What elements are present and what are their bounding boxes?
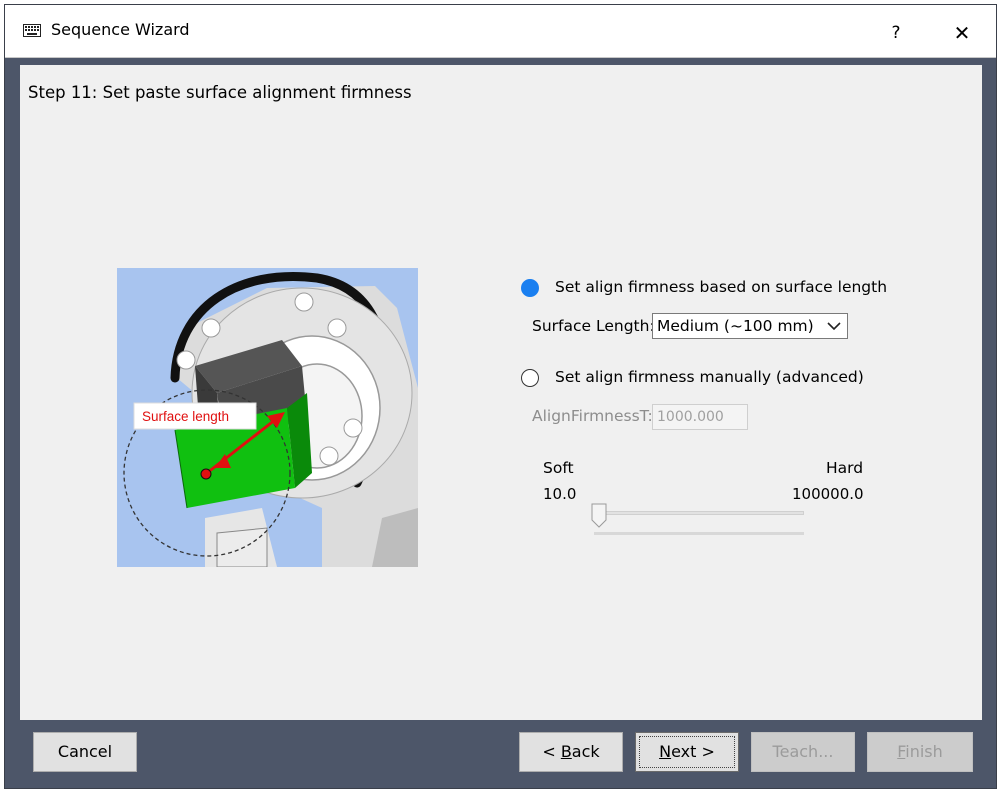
align-firmness-input[interactable] xyxy=(652,404,748,430)
next-key: N xyxy=(659,742,672,761)
teach-button[interactable]: Teach... xyxy=(751,732,855,772)
window-title: Sequence Wizard xyxy=(51,20,190,39)
slider-max-label: Hard xyxy=(826,459,864,477)
firmness-slider-ticks xyxy=(594,532,804,535)
surface-length-illustration: Surface length xyxy=(117,268,418,567)
next-button[interactable]: Next > xyxy=(635,732,739,772)
cancel-button[interactable]: Cancel xyxy=(33,732,137,772)
finish-rest: inish xyxy=(905,742,943,761)
align-firmness-label: AlignFirmnessT: xyxy=(532,407,653,425)
option-surface-length-radio[interactable] xyxy=(521,279,539,297)
option-manual-radio[interactable] xyxy=(521,369,539,387)
back-prefix: < xyxy=(542,742,561,761)
slider-min-value: 10.0 xyxy=(543,485,577,503)
step-title: Step 11: Set paste surface alignment fir… xyxy=(28,83,412,102)
surface-length-label: Surface Length: xyxy=(532,317,655,335)
sequence-wizard-window: Sequence Wizard ? ✕ Step 11: Set paste s… xyxy=(4,4,997,789)
help-button[interactable]: ? xyxy=(873,13,919,53)
back-key: B xyxy=(560,742,572,761)
slider-max-value: 100000.0 xyxy=(792,485,864,503)
close-button[interactable]: ✕ xyxy=(939,13,985,53)
slider-thumb[interactable] xyxy=(590,503,608,529)
wizard-content: Step 11: Set paste surface alignment fir… xyxy=(20,65,982,720)
teach-label: Teach... xyxy=(772,742,834,761)
slider-min-label: Soft xyxy=(543,459,574,477)
title-bar: Sequence Wizard ? ✕ xyxy=(5,5,996,58)
illustration-label: Surface length xyxy=(142,409,229,424)
option-surface-length-label: Set align firmness based on surface leng… xyxy=(555,278,888,296)
chevron-down-icon xyxy=(827,322,841,331)
finish-button[interactable]: Finish xyxy=(867,732,973,772)
next-rest: ext > xyxy=(671,742,715,761)
surface-length-value: Medium (~100 mm) xyxy=(657,317,814,335)
back-button[interactable]: < Back xyxy=(519,732,623,772)
surface-length-dropdown[interactable]: Medium (~100 mm) xyxy=(652,313,848,339)
firmness-slider-track[interactable] xyxy=(594,511,804,515)
back-rest: ack xyxy=(571,742,600,761)
keyboard-icon xyxy=(23,24,41,37)
option-manual-label: Set align firmness manually (advanced) xyxy=(555,368,864,386)
cancel-label: Cancel xyxy=(57,742,113,761)
close-icon: ✕ xyxy=(953,21,971,45)
